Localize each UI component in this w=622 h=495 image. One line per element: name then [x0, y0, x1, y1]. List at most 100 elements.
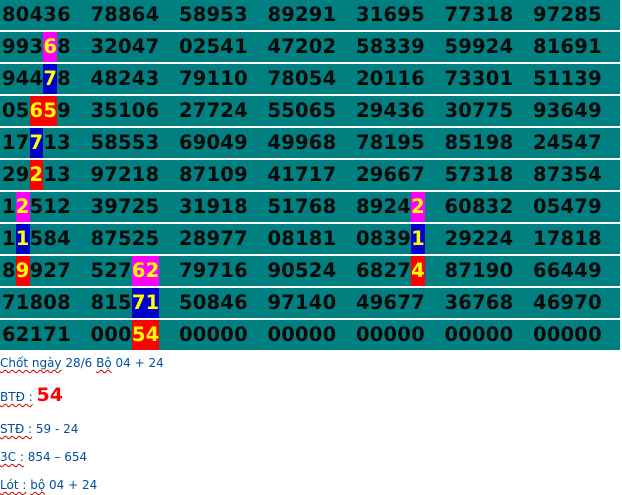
number-text: 78864 — [90, 3, 160, 26]
result-cell: 73301 — [443, 64, 532, 94]
result-cell: 08181 — [266, 224, 355, 254]
number-prefix: 1 — [2, 195, 16, 218]
result-row: 29213 97218 87109 41717 29667 57318 87354 — [0, 160, 620, 192]
result-cell: 00000 — [354, 320, 443, 350]
note-lot-values: 04 + 24 — [45, 478, 98, 492]
result-cell: 87109 — [177, 160, 266, 190]
number-prefix: 8 — [2, 259, 16, 282]
number-text: 66449 — [533, 259, 602, 282]
result-cell: 00000 — [177, 320, 266, 350]
result-cell: 49968 — [266, 128, 355, 158]
number-suffix: 9 — [57, 99, 71, 122]
result-row: 12512 39725 31918 51768 89242 60832 05479 — [0, 192, 620, 224]
number-text: 57318 — [444, 163, 514, 186]
number-text: 00000 — [179, 323, 248, 346]
number-prefix: 0839 — [356, 227, 412, 250]
number-prefix: 527 — [90, 259, 132, 282]
result-row: 17713 58553 69049 49968 78195 85198 24547 — [0, 128, 620, 160]
number-text: 73301 — [444, 67, 514, 90]
number-text: 97140 — [267, 291, 337, 314]
highlighted-digits: 4 — [411, 256, 425, 286]
result-cell: 60832 — [443, 192, 532, 222]
note-lot: Lót : bộ 04 + 24 — [0, 478, 97, 492]
number-text: 55065 — [267, 99, 337, 122]
results-grid: 80436 78864 58953 89291 31695 77318 97285 99368… — [0, 0, 620, 352]
number-text: 58339 — [356, 35, 425, 58]
number-text: 97218 — [90, 163, 160, 186]
note-std: STĐ : 59 - 24 — [0, 422, 78, 436]
number-text: 27724 — [179, 99, 248, 122]
note-btd-value: 54 — [36, 384, 63, 406]
result-cell: 51768 — [266, 192, 355, 222]
result-row: 11584 87525 28977 08181 08391 29224 17818 — [0, 224, 620, 256]
highlighted-digits: 2 — [29, 160, 44, 190]
note-chot: Chốt ngày 28/6 Bộ 04 + 24 — [0, 356, 164, 370]
number-text: 80436 — [2, 3, 71, 26]
number-text: 00000 — [444, 323, 514, 346]
number-text: 50846 — [179, 291, 248, 314]
note-std-values: 59 - 24 — [32, 422, 79, 436]
number-text: 29436 — [356, 99, 425, 122]
highlighted-digits: 62 — [131, 256, 160, 286]
number-text: 89291 — [267, 3, 337, 26]
result-cell: 05479 — [531, 192, 620, 222]
number-text: 31918 — [179, 195, 248, 218]
highlighted-digits: 9 — [15, 256, 30, 286]
result-cell: 32047 — [89, 32, 178, 62]
result-cell: 49677 — [354, 288, 443, 318]
result-cell: 68274 — [354, 256, 443, 286]
note-chot-values: 04 + 24 — [111, 356, 164, 370]
number-text: 31695 — [356, 3, 425, 26]
number-text: 90524 — [267, 259, 337, 282]
result-cell: 87525 — [89, 224, 178, 254]
number-prefix: 05 — [2, 99, 30, 122]
result-cell: 29667 — [354, 160, 443, 190]
result-cell: 59924 — [443, 32, 532, 62]
note-lot-bo: bộ — [30, 478, 46, 492]
result-cell: 89927 — [0, 256, 89, 286]
number-text: 87109 — [179, 163, 248, 186]
number-text: 47202 — [267, 35, 337, 58]
result-row: 99368 32047 02541 47202 58339 59924 81691 — [0, 32, 620, 64]
number-prefix: 8924 — [356, 195, 412, 218]
result-cell: 87190 — [443, 256, 532, 286]
number-text: 17818 — [533, 227, 602, 250]
number-text: 30775 — [444, 99, 514, 122]
result-cell: 31918 — [177, 192, 266, 222]
number-text: 60832 — [444, 195, 514, 218]
number-text: 36768 — [444, 291, 514, 314]
result-row: 71808 81571 50846 97140 49677 36768 46970 — [0, 288, 620, 320]
number-text: 24547 — [533, 131, 602, 154]
result-cell: 69049 — [177, 128, 266, 158]
highlighted-digits: 65 — [29, 96, 58, 126]
highlighted-digits: 7 — [29, 128, 44, 158]
note-lot-label: Lót : — [0, 478, 27, 492]
result-cell: 30775 — [443, 96, 532, 126]
number-text: 00000 — [267, 323, 337, 346]
result-cell: 47202 — [266, 32, 355, 62]
result-cell: 78195 — [354, 128, 443, 158]
number-text: 48243 — [90, 67, 160, 90]
number-text: 51768 — [267, 195, 337, 218]
result-cell: 11584 — [0, 224, 89, 254]
number-text: 35106 — [90, 99, 160, 122]
result-cell: 27724 — [177, 96, 266, 126]
number-text: 78195 — [356, 131, 425, 154]
result-cell: 39725 — [89, 192, 178, 222]
highlighted-digits: 2 — [15, 192, 30, 222]
number-suffix: 512 — [29, 195, 71, 218]
result-cell: 62171 — [0, 320, 89, 350]
result-cell: 78054 — [266, 64, 355, 94]
number-prefix: 993 — [2, 35, 44, 58]
number-text: 41717 — [267, 163, 337, 186]
number-text: 69049 — [179, 131, 248, 154]
result-cell: 58339 — [354, 32, 443, 62]
note-3c-label: 3C : — [0, 450, 24, 464]
result-cell: 52762 — [89, 256, 178, 286]
result-cell: 46970 — [531, 288, 620, 318]
number-prefix: 944 — [2, 67, 44, 90]
result-cell: 51139 — [531, 64, 620, 94]
number-text: 00000 — [356, 323, 425, 346]
result-cell: 80436 — [0, 0, 89, 30]
result-cell: 78864 — [89, 0, 178, 30]
